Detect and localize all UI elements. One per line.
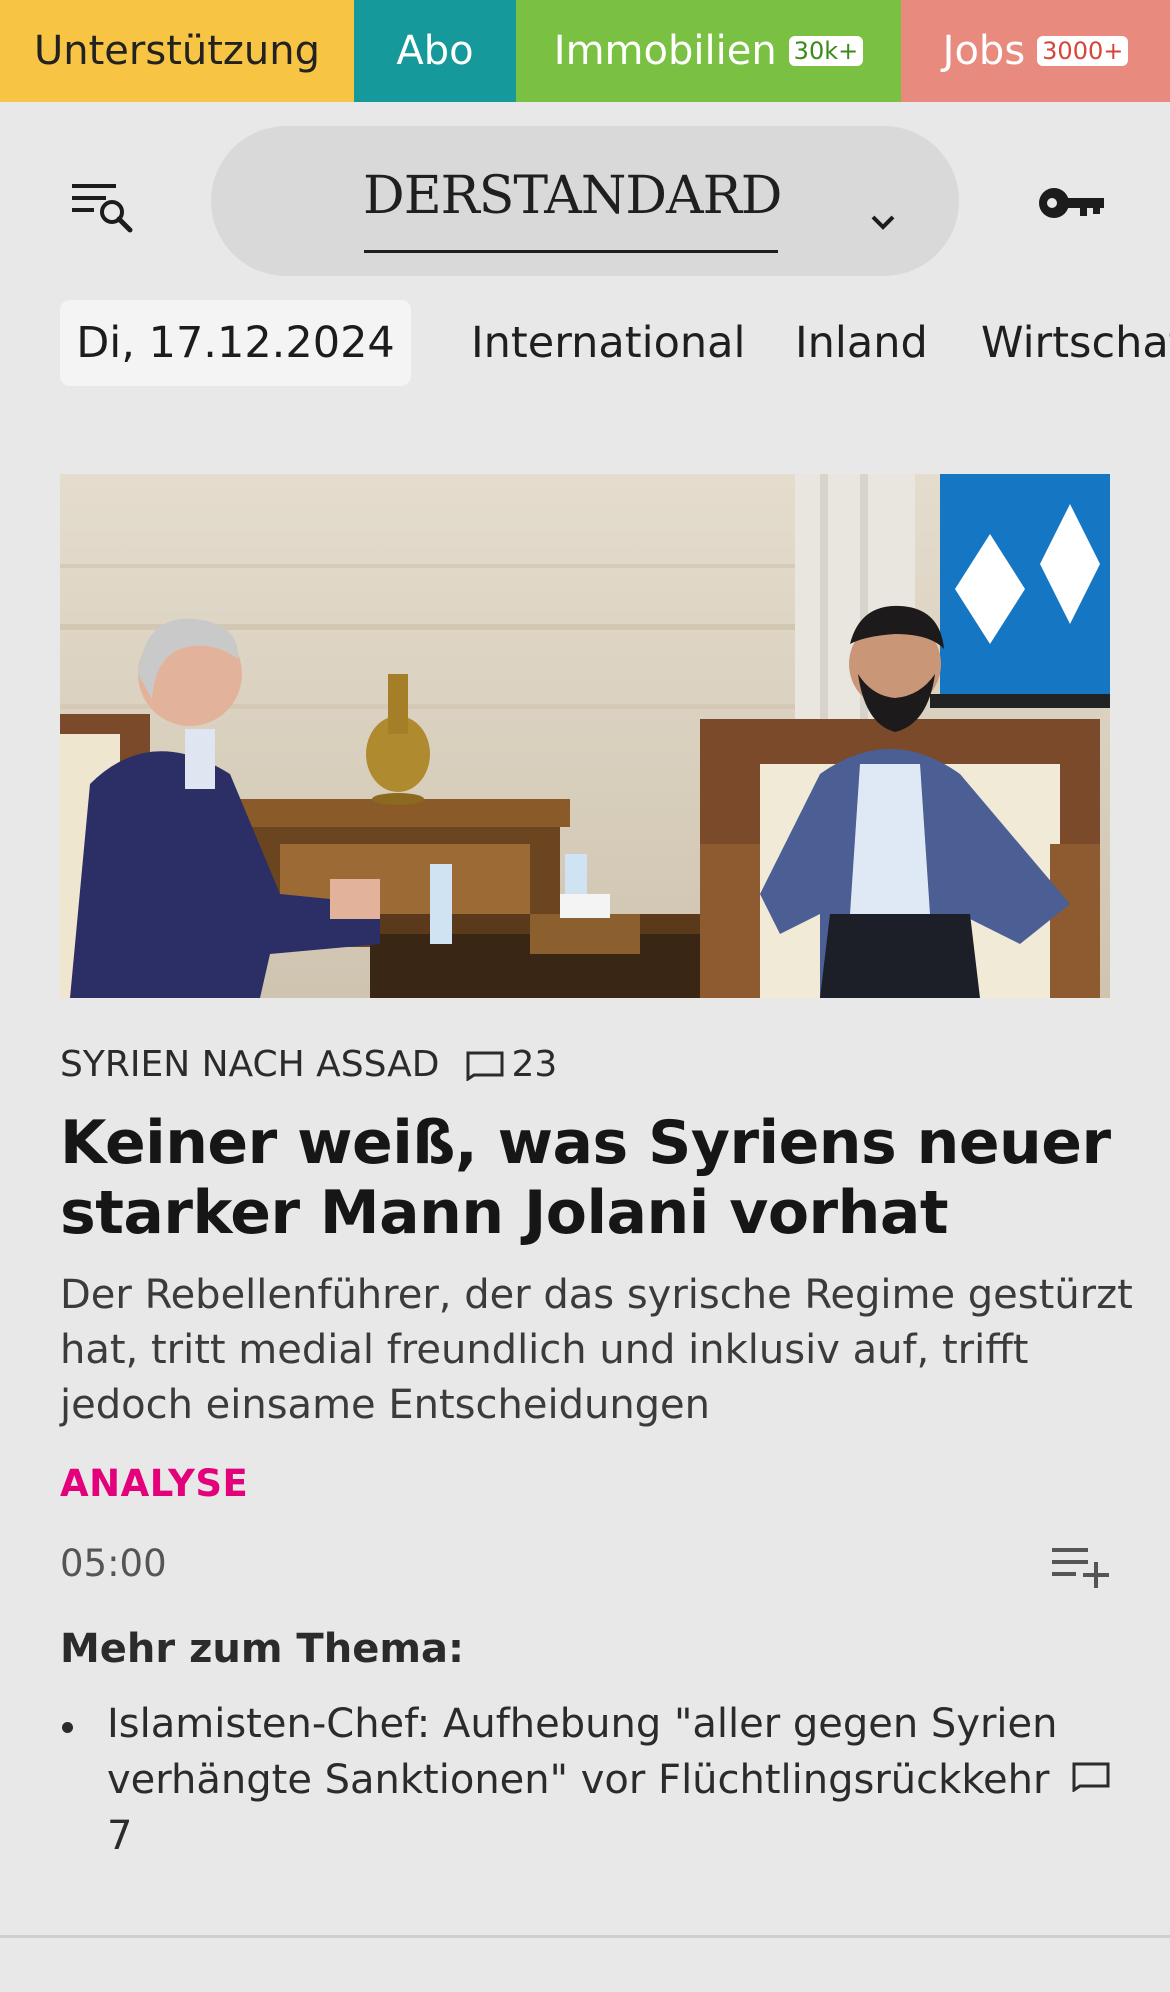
- abo-link[interactable]: Abo: [354, 0, 516, 102]
- abo-label: Abo: [396, 28, 474, 74]
- article-hero-image[interactable]: [60, 474, 1110, 998]
- related-list: Islamisten-Chef: Aufhebung "aller gegen …: [60, 1696, 1120, 1864]
- nav-item-international[interactable]: International: [471, 318, 745, 368]
- jobs-link[interactable]: Jobs 3000+: [901, 0, 1170, 102]
- support-label: Unterstützung: [33, 28, 320, 74]
- immobilien-link[interactable]: Immobilien 30k+: [516, 0, 901, 102]
- site-logo: DERSTANDARD: [363, 166, 782, 226]
- jobs-label: Jobs: [942, 28, 1026, 74]
- chevron-down-icon: [871, 215, 895, 230]
- hero-photo-illustration: [60, 474, 1110, 998]
- comment-count-link[interactable]: 23: [464, 1044, 558, 1085]
- article-teaser[interactable]: Der Rebellenführer, der das syrische Reg…: [60, 1268, 1140, 1433]
- related-item[interactable]: Islamisten-Chef: Aufhebung "aller gegen …: [60, 1696, 1120, 1864]
- related-item-text: Islamisten-Chef: Aufhebung "aller gegen …: [107, 1701, 1058, 1803]
- article-time: 05:00: [60, 1542, 167, 1585]
- immobilien-label: Immobilien: [553, 28, 777, 74]
- login-button[interactable]: [1036, 182, 1106, 224]
- jobs-badge: 3000+: [1037, 36, 1129, 66]
- comment-icon: [1072, 1762, 1110, 1792]
- menu-search-icon: [72, 184, 133, 233]
- top-bar: Unterstützung Abo Immobilien 30k+ Jobs 3…: [0, 0, 1170, 102]
- comment-count: 23: [511, 1044, 558, 1085]
- article-kicker: SYRIEN NACH ASSAD 23: [60, 1044, 557, 1085]
- immobilien-badge: 30k+: [788, 36, 864, 66]
- date-chip[interactable]: Di, 17.12.2024: [60, 300, 411, 386]
- logo-underline: [364, 250, 778, 253]
- menu-search-button[interactable]: [72, 180, 136, 236]
- article-headline[interactable]: Keiner weiß, was Syriens neuer starker M…: [60, 1108, 1120, 1248]
- next-article-strip: [0, 1938, 1170, 1992]
- add-to-reading-list-button[interactable]: [1050, 1544, 1112, 1590]
- logo-edition-selector[interactable]: DERSTANDARD: [211, 126, 959, 276]
- article-type-label: ANALYSE: [60, 1462, 249, 1505]
- nav-item-wirtschaft[interactable]: Wirtschaf: [981, 318, 1170, 368]
- site-header: DERSTANDARD: [0, 102, 1170, 298]
- nav-item-inland[interactable]: Inland: [795, 318, 928, 368]
- playlist-add-icon: [1052, 1548, 1109, 1588]
- related-title: Mehr zum Thema:: [60, 1626, 464, 1672]
- key-icon: [1039, 188, 1104, 218]
- related-comment-count: 7: [107, 1813, 133, 1859]
- comment-icon: [466, 1051, 504, 1081]
- kicker-text: SYRIEN NACH ASSAD: [60, 1044, 440, 1085]
- support-link[interactable]: Unterstützung: [0, 0, 354, 102]
- section-nav: Di, 17.12.2024 International Inland Wirt…: [0, 298, 1170, 390]
